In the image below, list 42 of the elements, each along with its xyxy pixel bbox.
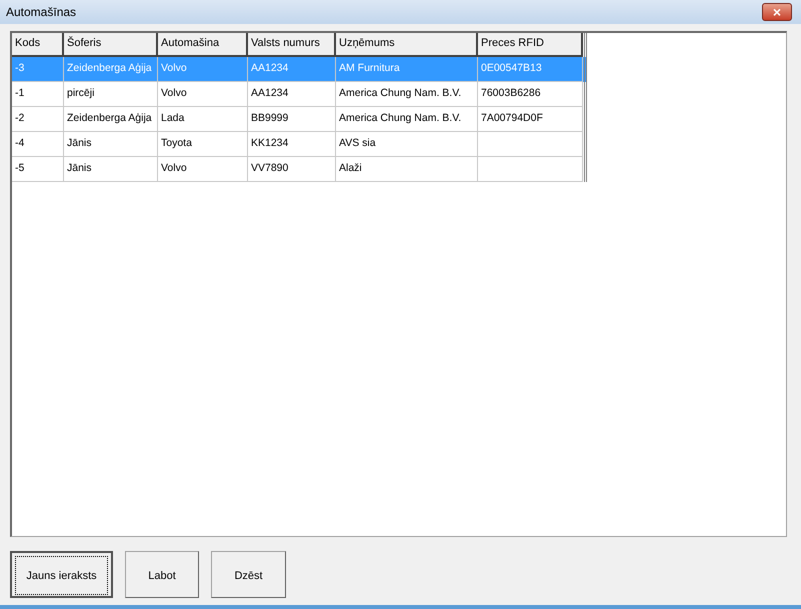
table-cell: -2 bbox=[15, 112, 24, 124]
column-header[interactable]: Automašina bbox=[158, 33, 248, 57]
column-header[interactable]: Valsts numurs bbox=[248, 33, 336, 57]
table-cell: Volvo bbox=[161, 62, 187, 74]
table-cell: BB9999 bbox=[251, 112, 288, 124]
table-cell: -5 bbox=[15, 162, 24, 174]
table-cell: AVS sia bbox=[339, 137, 376, 149]
table-cell: AA1234 bbox=[251, 62, 288, 74]
table-row[interactable]: -2 Zeidenberga Aģija Lada BB9999 America Chung Nam. B.V. 7A00794D0F bbox=[12, 107, 587, 132]
action-button[interactable]: Jauns ieraksts bbox=[10, 551, 113, 598]
table-cell: Volvo bbox=[161, 162, 187, 174]
table-cell: VV7890 bbox=[251, 162, 288, 174]
action-button[interactable]: Labot bbox=[125, 551, 199, 598]
table-cell: 0E00547B13 bbox=[481, 62, 542, 74]
table-cell: Jānis bbox=[67, 162, 92, 174]
window-title: Automašīnas bbox=[6, 5, 76, 19]
table-cell: Zeidenberga Aģija bbox=[67, 62, 152, 74]
table-cell: -3 bbox=[15, 62, 24, 74]
column-header[interactable]: Kods bbox=[12, 33, 64, 57]
table-cell: Jānis bbox=[67, 137, 92, 149]
table-cell: America Chung Nam. B.V. bbox=[339, 87, 462, 99]
table-cell: -1 bbox=[15, 87, 24, 99]
table-cell: KK1234 bbox=[251, 137, 288, 149]
action-button[interactable]: Dzēst bbox=[211, 551, 286, 598]
table-cell: Lada bbox=[161, 112, 184, 124]
table-cell: 76003B6286 bbox=[481, 87, 541, 99]
table-row[interactable]: -1 pircēji Volvo AA1234 America Chung Nam. B.V. 76003B6286 bbox=[12, 82, 587, 107]
column-header[interactable]: Šoferis bbox=[64, 33, 158, 57]
table-cell: -4 bbox=[15, 137, 24, 149]
table-cell: Volvo bbox=[161, 87, 187, 99]
table-cell: 7A00794D0F bbox=[481, 112, 543, 124]
table-cell: Alaži bbox=[339, 162, 362, 174]
table-cell: Toyota bbox=[161, 137, 192, 149]
table-row[interactable]: -5 Jānis Volvo VV7890 Alaži bbox=[12, 157, 587, 182]
column-header[interactable]: Preces RFID bbox=[478, 33, 583, 57]
table-cell: pircēji bbox=[67, 87, 94, 99]
table-row[interactable]: -4 Jānis Toyota KK1234 AVS sia bbox=[12, 132, 587, 157]
table-cell: AM Furnitura bbox=[339, 62, 400, 74]
table-cell: America Chung Nam. B.V. bbox=[339, 112, 462, 124]
table-cell: Zeidenberga Aģija bbox=[67, 112, 152, 124]
table-cell: AA1234 bbox=[251, 87, 288, 99]
column-header[interactable]: Uzņēmums bbox=[336, 33, 478, 57]
